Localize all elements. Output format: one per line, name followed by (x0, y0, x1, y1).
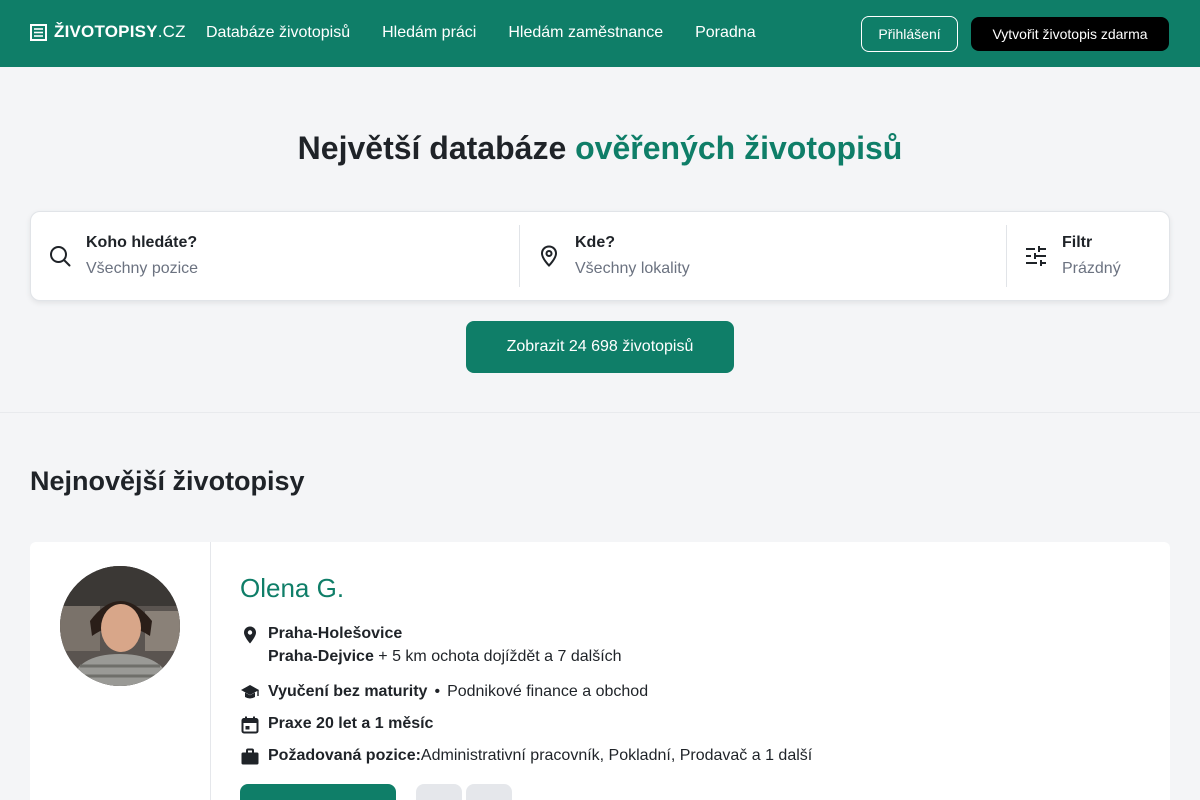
nav-link-hledam-praci[interactable]: Hledám práci (382, 24, 476, 42)
resume-education: Vyučení bez maturity (268, 683, 428, 700)
avatar-image (60, 566, 180, 686)
resume-position-value: Administrativní pracovník, Pokladní, Pro… (420, 747, 813, 764)
nav-link-poradna[interactable]: Poradna (695, 24, 756, 42)
hero-title-accent: ověřených životopisů (575, 130, 903, 166)
calendar-icon (241, 716, 259, 734)
nav-link-hledam-zamestnance[interactable]: Hledám zaměstnance (508, 24, 663, 42)
resume-position-label: Požadovaná pozice: (268, 747, 421, 764)
resume-name[interactable]: Olena G. (240, 573, 344, 604)
login-button[interactable]: Přihlášení (861, 16, 958, 52)
top-navbar: ŽIVOTOPISY.CZ Databáze životopisů Hledám… (0, 0, 1200, 67)
search-filter-field[interactable]: Filtr Prázdný (1006, 225, 1169, 287)
site-logo[interactable]: ŽIVOTOPISY.CZ (30, 22, 186, 42)
search-filter-label: Filtr (1062, 234, 1093, 251)
favorite-button[interactable] (416, 784, 462, 800)
show-resumes-button[interactable]: Zobrazit 24 698 životopisů (466, 321, 734, 373)
resume-education-row: Vyučení bez maturity • Podnikové finance… (240, 683, 648, 703)
search-who-label: Koho hledáte? (86, 234, 198, 251)
resume-location-extra: + 5 km ochota dojíždět a 7 dalších (373, 648, 622, 665)
location-pin-icon (540, 245, 558, 267)
resume-experience-row: Praxe 20 let a 1 měsíc (240, 715, 433, 735)
search-who-placeholder: Všechny pozice (86, 260, 199, 277)
search-who-field[interactable]: Koho hledáte? Všechny pozice (31, 212, 519, 300)
section-title: Nejnovější životopisy (30, 466, 305, 496)
resume-location-secondary: Praha-Dejvice (268, 648, 374, 665)
graduation-cap-icon (241, 685, 259, 699)
search-box: Koho hledáte? Všechny pozice Kde? Všechn… (30, 211, 1170, 301)
resume-field: Podnikové finance a obchod (447, 683, 649, 700)
search-where-label: Kde? (575, 234, 615, 251)
search-icon (50, 246, 71, 267)
hero-title: Největší databáze ověřených životopisů (0, 130, 1200, 167)
resume-experience: Praxe 20 let a 1 měsíc (268, 715, 434, 732)
create-resume-button[interactable]: Vytvořit životopis zdarma (971, 17, 1169, 51)
search-filter-placeholder: Prázdný (1062, 260, 1121, 277)
hero-section: Největší databáze ověřených životopisů K… (0, 67, 1200, 413)
resume-location-primary: Praha-Holešovice (268, 625, 403, 642)
search-where-field[interactable]: Kde? Všechny lokality (519, 225, 1006, 287)
logo-text: ŽIVOTOPISY.CZ (54, 22, 186, 41)
separator-dot: • (434, 683, 441, 700)
nav-link-databaze[interactable]: Databáze životopisů (206, 24, 350, 42)
resume-position-row: Požadovaná pozice: Administrativní praco… (240, 747, 812, 767)
resume-card[interactable]: Olena G. Praha-Holešovice Praha-Dejvice … (30, 542, 1170, 800)
document-icon (30, 23, 47, 41)
resume-location-row: Praha-Holešovice Praha-Dejvice + 5 km oc… (240, 625, 622, 666)
sliders-icon (1026, 246, 1046, 266)
avatar[interactable] (60, 566, 180, 686)
resume-card-left (30, 542, 211, 800)
main-nav: Databáze životopisů Hledám práci Hledám … (206, 24, 756, 42)
contact-button[interactable] (240, 784, 396, 800)
map-marker-icon (244, 626, 256, 644)
search-where-placeholder: Všechny lokality (575, 260, 690, 277)
hero-title-plain: Největší databáze (297, 130, 567, 166)
briefcase-icon (241, 748, 259, 765)
more-options-button[interactable] (466, 784, 512, 800)
